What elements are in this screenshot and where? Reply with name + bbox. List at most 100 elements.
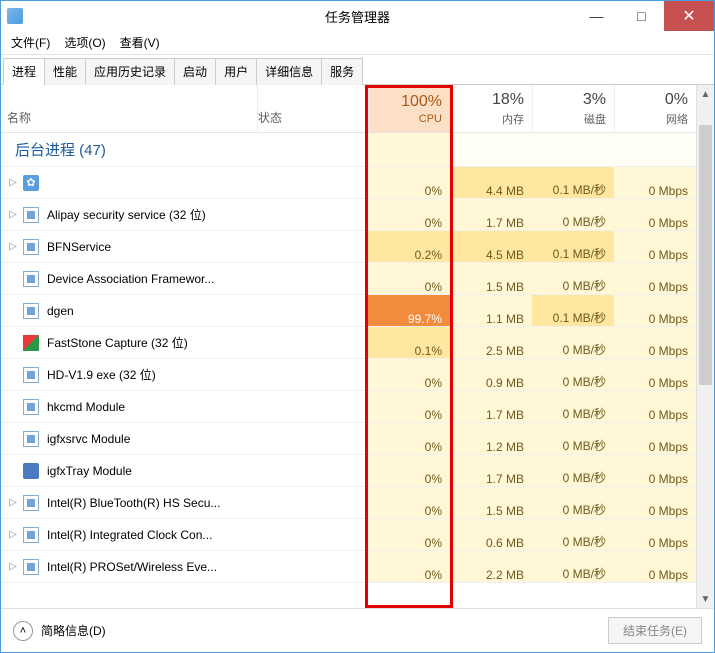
process-icon	[23, 527, 39, 543]
expand-icon[interactable]: ▷	[7, 209, 19, 220]
network-cell: 0 Mbps	[614, 487, 696, 518]
fewer-details-icon[interactable]: ˄	[13, 621, 33, 641]
tab-详细信息[interactable]: 详细信息	[256, 58, 322, 85]
tab-性能[interactable]: 性能	[44, 58, 86, 85]
network-cell: 0 Mbps	[614, 199, 696, 230]
tab-用户[interactable]: 用户	[215, 58, 257, 85]
tab-进程[interactable]: 进程	[3, 58, 45, 85]
network-cell: 0 Mbps	[614, 423, 696, 454]
process-icon: ✿	[23, 175, 39, 191]
menu-item[interactable]: 选项(O)	[58, 32, 111, 53]
process-row[interactable]: hkcmd Module0%1.7 MB0 MB/秒0 Mbps	[1, 391, 696, 423]
memory-cell: 2.5 MB	[450, 327, 532, 358]
process-icon	[23, 559, 39, 575]
disk-cell: 0 MB/秒	[532, 519, 614, 550]
memory-cell: 4.4 MB	[450, 167, 532, 198]
process-row[interactable]: ▷✿0%4.4 MB0.1 MB/秒0 Mbps	[1, 167, 696, 199]
expand-icon[interactable]: ▷	[7, 529, 19, 540]
process-icon	[23, 399, 39, 415]
cpu-cell: 0%	[368, 167, 450, 198]
network-cell: 0 Mbps	[614, 231, 696, 262]
vertical-scrollbar[interactable]: ▲ ▼	[696, 85, 714, 608]
process-name: HD-V1.9 exe (32 位)	[47, 366, 156, 383]
process-row[interactable]: ▷Alipay security service (32 位)0%1.7 MB0…	[1, 199, 696, 231]
network-cell: 0 Mbps	[614, 327, 696, 358]
process-row[interactable]: dgen99.7%1.1 MB0.1 MB/秒0 Mbps	[1, 295, 696, 327]
process-row[interactable]: igfxTray Module0%1.7 MB0 MB/秒0 Mbps	[1, 455, 696, 487]
process-name: Intel(R) BlueTooth(R) HS Secu...	[47, 496, 220, 510]
memory-cell: 4.5 MB	[450, 231, 532, 262]
expand-icon[interactable]: ▷	[7, 241, 19, 252]
network-cell: 0 Mbps	[614, 263, 696, 294]
process-icon	[23, 431, 39, 447]
window-title: 任务管理器	[325, 7, 390, 26]
column-disk[interactable]: 3% 磁盘	[532, 85, 614, 132]
memory-cell: 1.7 MB	[450, 199, 532, 230]
process-row[interactable]: Device Association Framewor...0%1.5 MB0 …	[1, 263, 696, 295]
expand-icon[interactable]: ▷	[7, 177, 19, 188]
network-cell: 0 Mbps	[614, 519, 696, 550]
menu-item[interactable]: 查看(V)	[114, 32, 166, 53]
memory-cell: 1.2 MB	[450, 423, 532, 454]
disk-cell: 0 MB/秒	[532, 487, 614, 518]
tab-启动[interactable]: 启动	[174, 58, 216, 85]
process-name: Device Association Framewor...	[47, 272, 214, 286]
process-name: igfxTray Module	[47, 464, 132, 478]
network-cell: 0 Mbps	[614, 551, 696, 582]
scroll-down-icon[interactable]: ▼	[697, 590, 714, 608]
disk-cell: 0 MB/秒	[532, 359, 614, 390]
disk-cell: 0.1 MB/秒	[532, 231, 614, 262]
process-name: BFNService	[47, 240, 111, 254]
menu-item[interactable]: 文件(F)	[5, 32, 56, 53]
memory-cell: 1.5 MB	[450, 263, 532, 294]
process-row[interactable]: ▷BFNService0.2%4.5 MB0.1 MB/秒0 Mbps	[1, 231, 696, 263]
app-icon	[7, 8, 23, 24]
process-row[interactable]: HD-V1.9 exe (32 位)0%0.9 MB0 MB/秒0 Mbps	[1, 359, 696, 391]
expand-icon[interactable]: ▷	[7, 561, 19, 572]
memory-cell: 1.7 MB	[450, 391, 532, 422]
process-group-row[interactable]: 后台进程 (47)	[1, 133, 696, 167]
process-name: FastStone Capture (32 位)	[47, 334, 188, 351]
maximize-button[interactable]: □	[619, 1, 664, 31]
close-button[interactable]: ✕	[664, 1, 714, 31]
disk-cell: 0 MB/秒	[532, 391, 614, 422]
scroll-up-icon[interactable]: ▲	[697, 85, 714, 103]
process-name: hkcmd Module	[47, 400, 125, 414]
tab-应用历史记录[interactable]: 应用历史记录	[85, 58, 175, 85]
process-row[interactable]: FastStone Capture (32 位)0.1%2.5 MB0 MB/秒…	[1, 327, 696, 359]
process-icon	[23, 239, 39, 255]
process-icon	[23, 335, 39, 351]
memory-cell: 1.5 MB	[450, 487, 532, 518]
process-icon	[23, 495, 39, 511]
process-name: igfxsrvc Module	[47, 432, 130, 446]
process-icon	[23, 463, 39, 479]
disk-cell: 0 MB/秒	[532, 263, 614, 294]
column-status[interactable]: 状态	[258, 85, 368, 132]
memory-cell: 0.6 MB	[450, 519, 532, 550]
tab-服务[interactable]: 服务	[321, 58, 363, 85]
memory-cell: 1.7 MB	[450, 455, 532, 486]
menubar: 文件(F)选项(O)查看(V)	[1, 31, 714, 55]
minimize-button[interactable]: —	[574, 1, 619, 31]
fewer-details-label[interactable]: 简略信息(D)	[41, 622, 106, 639]
column-cpu[interactable]: 100% CPU	[368, 85, 450, 132]
process-name: Alipay security service (32 位)	[47, 206, 206, 223]
process-row[interactable]: ▷Intel(R) BlueTooth(R) HS Secu...0%1.5 M…	[1, 487, 696, 519]
process-row[interactable]: ▷Intel(R) Integrated Clock Con...0%0.6 M…	[1, 519, 696, 551]
titlebar: 任务管理器 — □ ✕	[1, 1, 714, 31]
scroll-thumb[interactable]	[699, 125, 712, 385]
memory-cell: 0.9 MB	[450, 359, 532, 390]
process-row[interactable]: igfxsrvc Module0%1.2 MB0 MB/秒0 Mbps	[1, 423, 696, 455]
network-cell: 0 Mbps	[614, 391, 696, 422]
disk-cell: 0 MB/秒	[532, 551, 614, 582]
expand-icon[interactable]: ▷	[7, 497, 19, 508]
process-row[interactable]: ▷Intel(R) PROSet/Wireless Eve...0%2.2 MB…	[1, 551, 696, 583]
column-memory[interactable]: 18% 内存	[450, 85, 532, 132]
group-label: 后台进程 (47)	[1, 133, 258, 166]
network-cell: 0 Mbps	[614, 455, 696, 486]
column-name[interactable]: 名称	[1, 85, 258, 132]
end-task-button[interactable]: 结束任务(E)	[608, 617, 702, 644]
network-cell: 0 Mbps	[614, 167, 696, 198]
column-network[interactable]: 0% 网络	[614, 85, 696, 132]
process-icon	[23, 271, 39, 287]
